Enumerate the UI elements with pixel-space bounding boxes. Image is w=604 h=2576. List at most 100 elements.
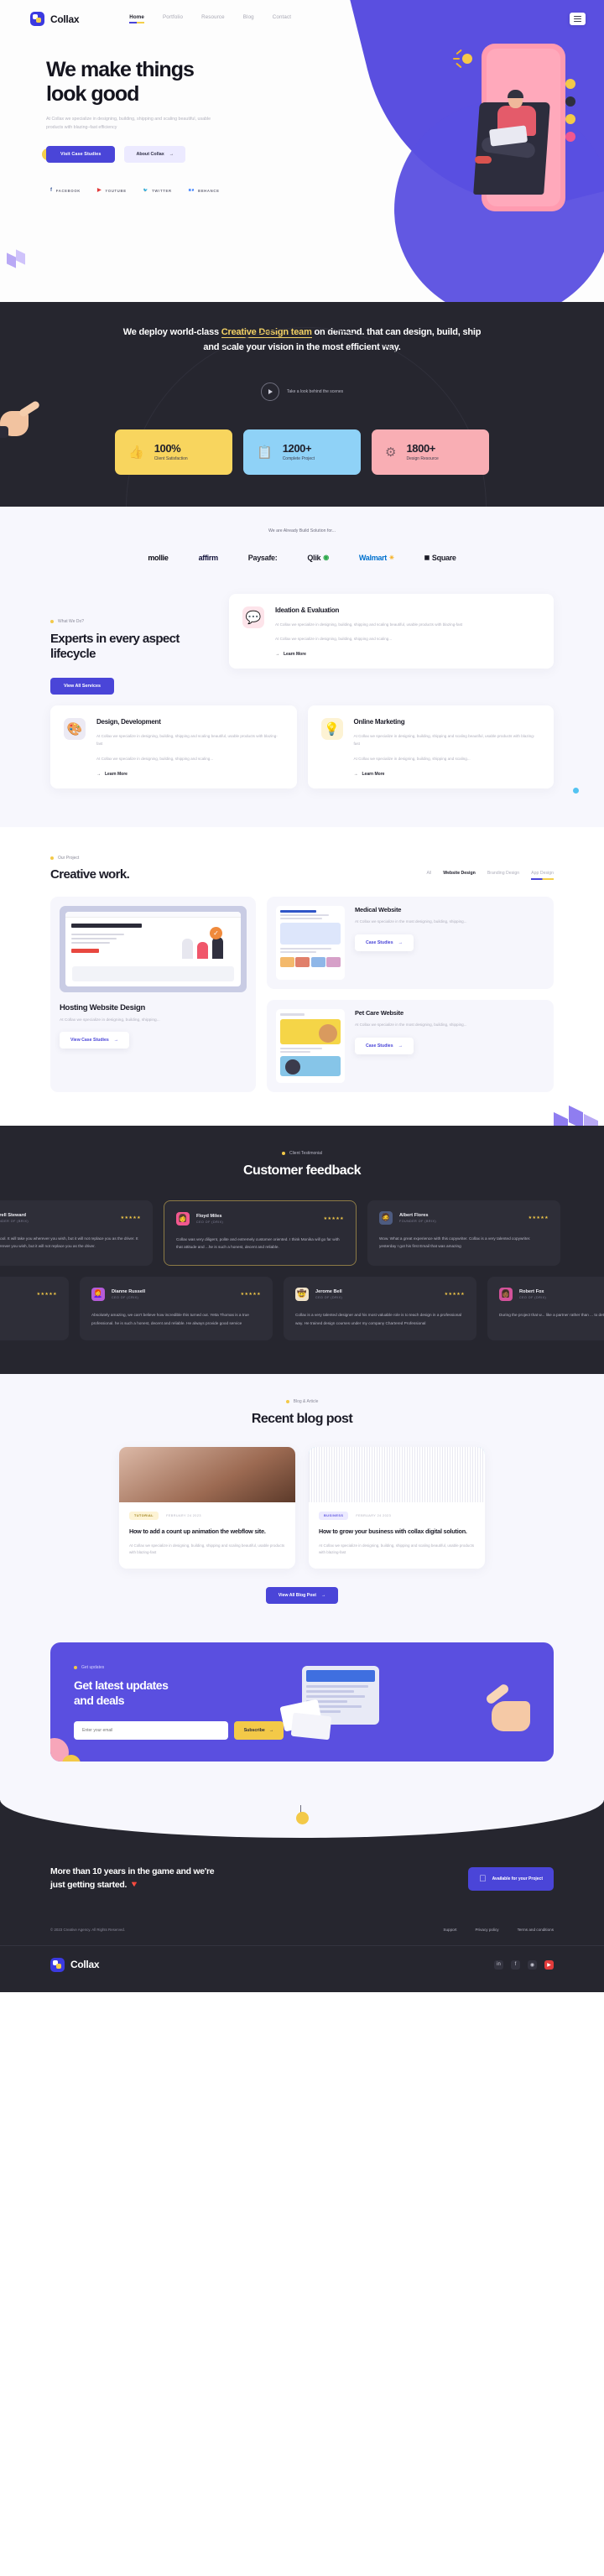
- eyebrow-dot-icon: [50, 619, 54, 623]
- service-card-design-development[interactable]: 🎨 Design, Development At Collax we speci…: [50, 705, 297, 788]
- social-link-behance[interactable]: Bē BEHANCE: [189, 188, 220, 193]
- service-card-body-1: At Collax we specialize in designing, bu…: [96, 734, 278, 747]
- project-title: Pet Care Website: [355, 1008, 404, 1017]
- service-card-title: Ideation & Evaluation: [275, 606, 340, 614]
- footer-link-privacy[interactable]: Privacy policy: [475, 1928, 498, 1932]
- tab-all[interactable]: All: [427, 871, 432, 880]
- view-all-services-button[interactable]: View All Services: [44, 678, 115, 695]
- footer-brand[interactable]: Collax: [50, 1957, 100, 1972]
- footer-link-terms[interactable]: Terms and conditions: [518, 1928, 554, 1932]
- footer-links: Support Privacy policy Terms and conditi…: [443, 1928, 554, 1932]
- star-rating: ★★★★★: [240, 1291, 261, 1297]
- project-body: At Collax we specialize in the most desi…: [355, 919, 467, 924]
- youtube-icon[interactable]: ▶: [544, 1959, 554, 1970]
- newsletter-form: Subscribe →: [74, 1720, 284, 1740]
- available-for-project-button[interactable]:  Available for your Project: [468, 1866, 554, 1891]
- testimonial-role: CEO OF (CRIX): [112, 1295, 139, 1299]
- blog-post-body: At Collax we specialize in designing, bu…: [319, 1543, 475, 1555]
- testimonials-row-2: ★★★★★ ...rever you wish, but it will ...…: [0, 1276, 604, 1341]
- view-all-blog-button[interactable]: View All Blog Post →: [265, 1587, 339, 1605]
- blog-section: Blog & Article Recent blog post TUTORIAL…: [0, 1374, 604, 1638]
- testimonial-card: 👩🏾 Robert Fox CEO OF (DRIX) ★★★★★ During…: [487, 1276, 604, 1341]
- star-rating: ★★★★★: [444, 1291, 465, 1297]
- stat-value: 1800+: [406, 442, 435, 455]
- eyebrow-dot-icon: [50, 856, 54, 860]
- view-case-studies-button[interactable]: View Case Studies →: [60, 1031, 129, 1049]
- testimonial-name: Robert Fox: [519, 1288, 544, 1294]
- top-navigation-bar: Collax Home Portfolio Resource Blog Cont…: [0, 0, 604, 26]
- social-link-youtube[interactable]: ▶ YOUTUBE: [97, 188, 127, 193]
- blog-category-chip: TUTORIAL: [129, 1512, 159, 1521]
- avatar: 👩: [176, 1211, 190, 1226]
- facebook-icon[interactable]: f: [511, 1959, 520, 1970]
- testimonials-title: Customer feedback: [243, 1163, 362, 1178]
- visit-case-studies-button[interactable]: Visit Case Studies: [41, 146, 116, 164]
- blog-post-card[interactable]: TUTORIAL FEBRUARY 24 2023 How to add a c…: [119, 1447, 295, 1569]
- stat-card-design-resource: ⚙ 1800+ Design Resource: [372, 429, 489, 475]
- brand-logo-mollie: mollie: [148, 553, 169, 562]
- star-rating: ★★★★★: [120, 1215, 141, 1220]
- brand-logo-walmart: Walmart ✳: [358, 553, 394, 562]
- nav-item-resource[interactable]: Resource: [201, 14, 225, 23]
- case-studies-button[interactable]: Case Studies →: [355, 934, 414, 952]
- testimonial-card: 🧔 Albert Flores FOUNDER OF (BRIX) ★★★★★ …: [367, 1200, 560, 1266]
- nav-item-home[interactable]: Home: [129, 14, 145, 23]
- eyebrow-dot-icon: [285, 1400, 289, 1404]
- youtube-icon: ▶: [97, 188, 102, 194]
- social-link-twitter[interactable]: 🐦 TWITTER: [143, 188, 172, 193]
- blog-post-title: How to add a count up animation the webf…: [129, 1527, 266, 1536]
- social-link-facebook[interactable]: f FACEBOOK: [50, 188, 81, 193]
- learn-more-link[interactable]: → Learn More: [354, 772, 541, 777]
- project-card-petcare[interactable]: Pet Care Website At Collax we specialize…: [267, 999, 554, 1092]
- testimonial-name: Jerome Bell: [315, 1288, 342, 1294]
- brand-name: Collax: [50, 13, 80, 25]
- testimonial-role: CEO OF (DRIX): [315, 1295, 343, 1299]
- facebook-icon: f: [50, 188, 53, 194]
- tab-app-design[interactable]: App Design: [531, 871, 554, 880]
- testimonials-eyebrow: Client Testimonial: [0, 1151, 604, 1156]
- footer-link-support[interactable]: Support: [443, 1928, 456, 1932]
- project-mockup-medical: [276, 905, 345, 980]
- thumbs-up-stars-icon: 👍: [128, 445, 144, 460]
- nav-item-portfolio[interactable]: Portfolio: [163, 14, 183, 23]
- eyebrow-dot-icon: [74, 1665, 77, 1669]
- blog-post-body: At Collax we specialize in designing, bu…: [129, 1543, 285, 1555]
- instagram-icon[interactable]: ◉: [528, 1959, 537, 1970]
- blue-dot-decoration: [573, 787, 579, 794]
- tab-website-design[interactable]: Website Design: [443, 871, 476, 880]
- avatar: 👩‍🦰: [91, 1287, 105, 1301]
- email-input[interactable]: [74, 1720, 228, 1740]
- hamburger-menu-icon[interactable]: [570, 13, 586, 25]
- linkedin-icon[interactable]: in: [494, 1959, 503, 1970]
- nav-item-blog[interactable]: Blog: [243, 14, 254, 23]
- service-card-body-1: At Collax we specialize in designing, bu…: [353, 734, 535, 747]
- project-card-hosting[interactable]: ✓ Hosting Website Design At Collax we sp…: [50, 896, 256, 1092]
- paint-roller-icon: 🎨: [64, 718, 86, 741]
- projects-grid: ✓ Hosting Website Design At Collax we sp…: [50, 896, 554, 1092]
- service-card-ideation[interactable]: 💬 Ideation & Evaluation At Collax we spe…: [229, 593, 554, 669]
- newsletter-title: Get latest updates and deals: [74, 1678, 169, 1707]
- service-card-online-marketing[interactable]: 💡 Online Marketing At Collax we speciali…: [307, 705, 554, 788]
- tab-branding-design[interactable]: Branding Design: [487, 871, 519, 880]
- service-card-body-1: At Collax we specialize in designing, bu…: [275, 622, 463, 627]
- about-collax-button[interactable]: About Collax →: [124, 146, 186, 164]
- blog-post-card[interactable]: BUSINESS FEBRUARY 24 2023 How to grow yo…: [309, 1447, 485, 1569]
- avatar: 🧔: [379, 1210, 393, 1225]
- blog-category-chip: BUSINESS: [319, 1512, 349, 1521]
- project-card-medical[interactable]: Medical Website At Collax we specialize …: [267, 896, 554, 989]
- case-studies-button[interactable]: Case Studies →: [355, 1038, 414, 1055]
- stat-card-complete-project: 📋 1200+ Complete Project: [243, 429, 361, 475]
- brand-logo[interactable]: Collax: [30, 12, 80, 26]
- lightbulb-icon: 💡: [320, 718, 343, 741]
- learn-more-link[interactable]: → Learn More: [96, 772, 284, 777]
- star-rating: ★★★★★: [36, 1291, 57, 1297]
- footer-cta-text: More than 10 years in the game and we're…: [50, 1866, 215, 1890]
- footer-brand-name: Collax: [70, 1959, 100, 1971]
- learn-more-link[interactable]: → Learn More: [275, 652, 462, 657]
- arrow-right-icon: →: [398, 1043, 403, 1049]
- nav-item-contact[interactable]: Contact: [273, 14, 291, 23]
- testimonial-text: ...rever you wish, but it will ...you wh…: [0, 1311, 57, 1319]
- testimonial-name: Floyd Miles: [196, 1213, 222, 1219]
- subscribe-button[interactable]: Subscribe →: [233, 1720, 284, 1740]
- stat-value: 1200+: [282, 442, 312, 455]
